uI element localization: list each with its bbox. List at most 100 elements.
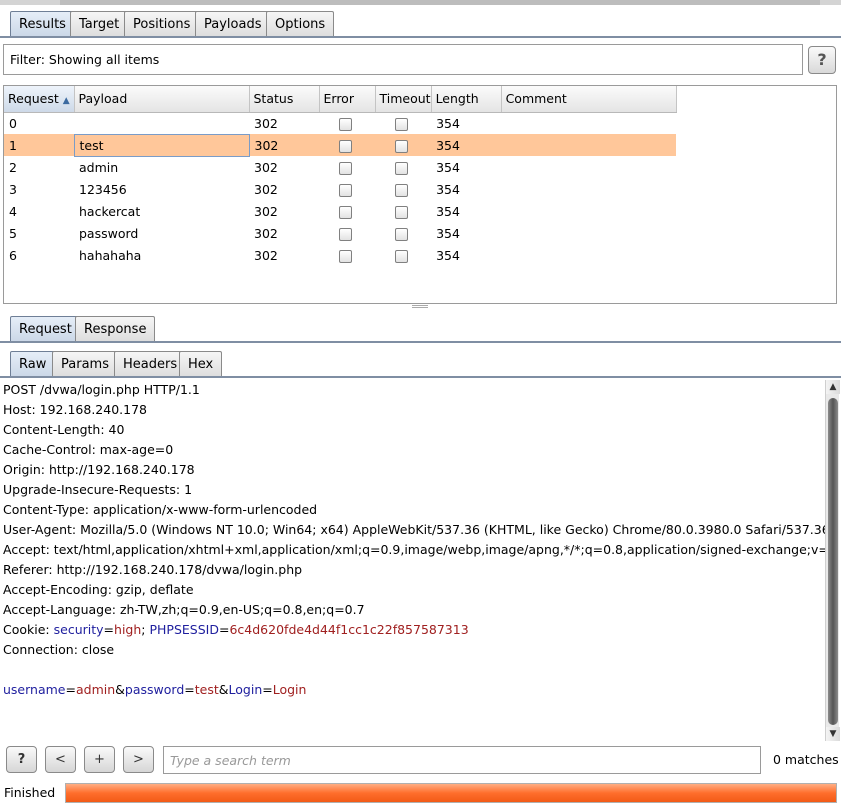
column-header-length[interactable]: Length	[431, 86, 502, 113]
results-table: Request ▲ Payload Status Error Timeout Le…	[4, 86, 677, 266]
tab-params[interactable]: Params	[52, 351, 118, 378]
panel-splitter[interactable]	[0, 304, 841, 310]
cookie-equals: =	[218, 622, 230, 637]
error-checkbox[interactable]	[339, 183, 352, 197]
scrollbar-thumb[interactable]	[828, 398, 838, 725]
raw-line: Referer: http://192.168.240.178/dvwa/log…	[3, 562, 303, 577]
table-row[interactable]: 1 test 302 354	[4, 133, 677, 157]
timeout-cell	[375, 222, 431, 244]
table-row[interactable]: 6 hahahaha 302 354	[4, 244, 676, 266]
error-checkbox[interactable]	[339, 161, 352, 175]
param-value: test	[194, 682, 219, 697]
timeout-checkbox[interactable]	[395, 249, 408, 263]
column-header-timeout[interactable]: Timeout	[375, 86, 432, 113]
status-cell: 302	[254, 225, 278, 241]
timeout-checkbox[interactable]	[395, 205, 408, 219]
tab-hex[interactable]: Hex	[179, 351, 223, 378]
scroll-up-icon[interactable]: ▲	[826, 380, 840, 394]
request-cell: 6	[9, 247, 17, 263]
comment-cell	[501, 178, 676, 200]
scrollbar-thumb[interactable]	[60, 0, 820, 5]
request-cell: 2	[9, 159, 17, 175]
payload-cell	[74, 112, 249, 134]
status-cell: 302	[254, 247, 278, 263]
table-row[interactable]: 0 302 354	[4, 112, 676, 134]
error-cell	[319, 244, 375, 266]
tab-results[interactable]: Results	[10, 11, 75, 38]
results-table-panel: Request ▲ Payload Status Error Timeout Le…	[3, 85, 837, 304]
request-cell: 1	[4, 134, 74, 156]
column-header-request[interactable]: Request ▲	[4, 86, 75, 113]
message-tabbar: Request Response	[0, 313, 841, 343]
error-checkbox[interactable]	[339, 205, 352, 219]
error-checkbox[interactable]	[339, 249, 352, 263]
length-cell: 354	[436, 225, 460, 241]
param-equals: =	[262, 682, 273, 697]
status-cell: 302	[254, 159, 278, 175]
error-checkbox[interactable]	[339, 117, 352, 131]
search-options-button[interactable]: +	[84, 746, 115, 773]
tab-request[interactable]: Request	[10, 316, 81, 343]
param-separator: &	[218, 682, 229, 697]
param-value: admin	[75, 682, 116, 697]
column-header-error[interactable]: Error	[319, 86, 376, 113]
request-cell: 4	[9, 203, 17, 219]
scroll-down-icon[interactable]: ▼	[826, 727, 840, 741]
table-row[interactable]: 2 admin 302 354	[4, 156, 676, 178]
length-cell: 354	[436, 247, 460, 263]
comment-cell	[501, 112, 676, 134]
column-header-payload[interactable]: Payload	[74, 86, 250, 113]
filter-help-button[interactable]: ?	[808, 46, 836, 74]
column-header-comment[interactable]: Comment	[501, 86, 677, 113]
splitter-grip[interactable]	[412, 305, 428, 308]
error-cell	[319, 178, 375, 200]
raw-request-editor[interactable]: POST /dvwa/login.php HTTP/1.1 Host: 192.1…	[0, 380, 825, 741]
raw-line: Host: 192.168.240.178	[3, 402, 148, 417]
tab-headers[interactable]: Headers	[114, 351, 187, 378]
timeout-checkbox[interactable]	[395, 183, 408, 197]
timeout-cell	[375, 112, 431, 134]
param-value: Login	[272, 682, 307, 697]
timeout-checkbox[interactable]	[395, 139, 408, 153]
timeout-cell	[375, 178, 431, 200]
table-row[interactable]: 4 hackercat 302 354	[4, 200, 676, 222]
comment-cell	[501, 222, 676, 244]
tab-positions[interactable]: Positions	[124, 11, 200, 38]
raw-line: POST /dvwa/login.php HTTP/1.1	[3, 382, 200, 397]
raw-line: Origin: http://192.168.240.178	[3, 462, 195, 477]
column-header-status[interactable]: Status	[249, 86, 320, 113]
help-button[interactable]: ?	[6, 746, 37, 773]
raw-line: Upgrade-Insecure-Requests: 1	[3, 482, 193, 497]
view-tabbar: Raw Params Headers Hex	[0, 348, 841, 378]
param-name: username	[3, 682, 66, 697]
table-row[interactable]: 5 password 302 354	[4, 222, 676, 244]
comment-cell	[501, 200, 676, 222]
payload-cell: admin	[79, 159, 119, 175]
tab-payloads[interactable]: Payloads	[195, 11, 271, 38]
error-checkbox[interactable]	[339, 139, 352, 153]
length-cell: 354	[436, 203, 460, 219]
tab-raw[interactable]: Raw	[10, 351, 56, 378]
horizontal-scrollbar[interactable]	[0, 0, 841, 5]
param-name: password	[124, 682, 185, 697]
request-cell: 5	[9, 225, 17, 241]
previous-match-button[interactable]: <	[45, 746, 76, 773]
vertical-scrollbar[interactable]: ▲ ▼	[825, 380, 840, 741]
timeout-checkbox[interactable]	[395, 227, 408, 241]
search-input[interactable]	[163, 746, 761, 774]
payload-cell: test	[73, 133, 250, 157]
timeout-checkbox[interactable]	[395, 161, 408, 175]
error-cell	[319, 156, 375, 178]
raw-line-blank	[0, 660, 825, 680]
length-cell: 354	[431, 134, 502, 156]
cookie-name: PHPSESSID	[149, 622, 219, 637]
raw-line-cookie: Cookie: security=high; PHPSESSID=6c4d620…	[0, 620, 825, 640]
tab-response[interactable]: Response	[75, 316, 156, 343]
error-checkbox[interactable]	[339, 227, 352, 241]
filter-bar[interactable]: Filter: Showing all items	[3, 44, 803, 75]
next-match-button[interactable]: >	[123, 746, 154, 773]
timeout-checkbox[interactable]	[395, 117, 408, 131]
tab-options[interactable]: Options	[266, 11, 335, 38]
tab-target[interactable]: Target	[70, 11, 129, 38]
table-row[interactable]: 3 123456 302 354	[4, 178, 676, 200]
